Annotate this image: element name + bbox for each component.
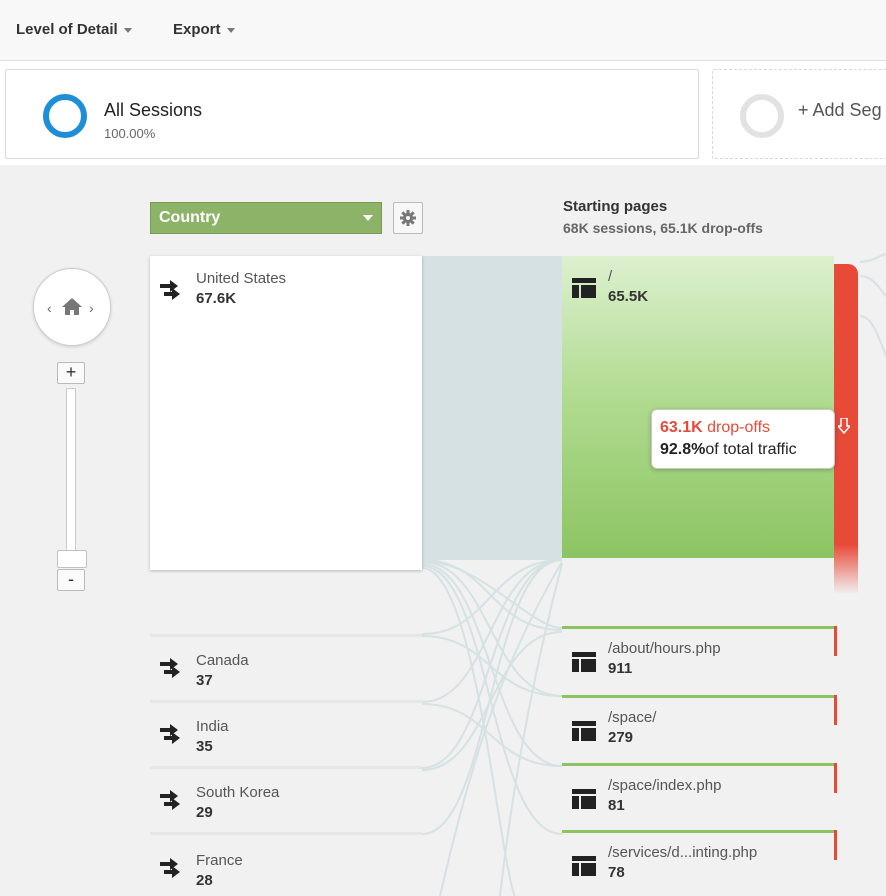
country-value: 29 <box>196 804 213 821</box>
dropoff-bar <box>834 763 837 793</box>
empty-donut-icon <box>740 94 784 138</box>
country-node-bar <box>150 832 422 835</box>
arrows-icon <box>160 280 180 300</box>
page-node[interactable]: / 65.5K <box>562 256 834 558</box>
svg-text:‹: ‹ <box>47 300 52 316</box>
page-name: /about/hours.php <box>608 640 721 657</box>
country-name: India <box>196 718 229 735</box>
level-of-detail-menu[interactable]: Level of Detail <box>16 21 132 38</box>
page-node[interactable]: /space/index.php 81 <box>562 769 834 821</box>
dropoff-bar <box>834 695 837 725</box>
country-node[interactable]: India 35 <box>150 708 422 758</box>
segment-percent: 100.00% <box>104 126 156 141</box>
country-node[interactable]: South Korea 29 <box>150 774 422 824</box>
country-value: 67.6K <box>196 290 237 307</box>
country-node-bar <box>150 766 422 769</box>
dropoff-label: drop-offs <box>707 419 771 436</box>
zoom-out-button[interactable]: - <box>57 569 85 591</box>
page-icon <box>572 789 596 809</box>
chevron-down-icon <box>226 27 235 33</box>
column-header: Starting pages 68K sessions, 65.1K drop-… <box>563 198 763 236</box>
export-menu[interactable]: Export <box>173 21 235 38</box>
page-icon <box>572 856 596 876</box>
page-value: 65.5K <box>608 288 649 305</box>
arrows-icon <box>160 724 180 744</box>
add-segment-label: + Add Seg <box>798 100 882 120</box>
flow-canvas[interactable]: Country Starting pages 68K sessions, 65.… <box>0 166 886 896</box>
pan-control[interactable]: ‹ › <box>33 268 111 346</box>
country-name: France <box>196 852 243 869</box>
chevron-down-icon <box>123 27 132 33</box>
page-value: 78 <box>608 864 625 881</box>
country-name: United States <box>196 270 287 287</box>
country-name: South Korea <box>196 784 280 801</box>
chevron-down-icon <box>363 215 373 221</box>
dropoff-percent: 92.8% <box>660 441 706 458</box>
dropoff-bar <box>834 626 837 656</box>
page-node-bar <box>562 695 834 698</box>
page-value: 911 <box>608 660 633 677</box>
settings-button[interactable] <box>393 202 423 234</box>
page-node-bar <box>562 763 834 766</box>
down-arrow-icon <box>838 418 850 434</box>
add-segment-button[interactable]: + Add Seg <box>712 69 886 159</box>
export-label: Export <box>173 21 221 38</box>
page-icon <box>572 721 596 741</box>
country-name: Canada <box>196 652 249 669</box>
country-node[interactable]: France 28 <box>150 840 422 890</box>
dropoff-percent-label: of total traffic <box>705 441 797 458</box>
level-of-detail-label: Level of Detail <box>16 21 118 38</box>
column-title: Starting pages <box>563 198 668 215</box>
column-subtitle: 68K sessions, 65.1K drop-offs <box>563 220 763 236</box>
page-value: 279 <box>608 729 634 746</box>
dropoff-count: 63.1K <box>660 419 703 436</box>
page-name: /space/ <box>608 709 657 726</box>
page-name: /space/index.php <box>608 777 722 794</box>
home-icon: ‹ › <box>47 298 94 316</box>
page-node[interactable]: /space/ 279 <box>562 701 834 753</box>
dimension-select-label: Country <box>159 209 221 226</box>
dropoff-bar <box>834 830 837 860</box>
zoom-slider-handle[interactable] <box>57 550 87 568</box>
page-icon <box>572 652 596 672</box>
arrows-icon <box>160 790 180 810</box>
segment-donut-icon <box>43 94 87 138</box>
zoom-slider-track[interactable] <box>66 388 76 566</box>
svg-text:›: › <box>89 300 94 316</box>
country-node-bar <box>150 700 422 703</box>
segment-bar: All Sessions 100.00% + Add Seg <box>0 61 886 165</box>
page-node[interactable]: /services/d...inting.php 78 <box>562 836 834 888</box>
country-value: 28 <box>196 872 213 889</box>
country-value: 35 <box>196 738 213 755</box>
page-name: /services/d...inting.php <box>608 844 758 861</box>
segment-all-sessions[interactable]: All Sessions 100.00% <box>5 69 699 159</box>
dropoff-tooltip: 63.1K drop-offs 92.8%of total traffic <box>651 409 835 469</box>
zoom-in-button[interactable]: + <box>57 362 85 384</box>
page-value: 81 <box>608 797 625 814</box>
segment-title: All Sessions <box>104 100 203 120</box>
gear-icon <box>400 210 416 226</box>
page-node[interactable]: /about/hours.php 911 <box>562 632 834 684</box>
page-node-bar <box>562 830 834 833</box>
country-node-bar <box>150 634 422 637</box>
arrows-icon <box>160 658 180 678</box>
page-name: / <box>608 268 613 285</box>
toolbar: Level of Detail Export <box>0 0 886 61</box>
dimension-select[interactable]: Country <box>150 202 382 234</box>
arrows-icon <box>160 858 180 878</box>
country-node[interactable]: United States 67.6K <box>150 256 422 570</box>
page-icon <box>572 278 596 298</box>
page-node-bar <box>562 626 834 629</box>
country-node[interactable]: Canada 37 <box>150 642 422 692</box>
country-value: 37 <box>196 672 213 689</box>
